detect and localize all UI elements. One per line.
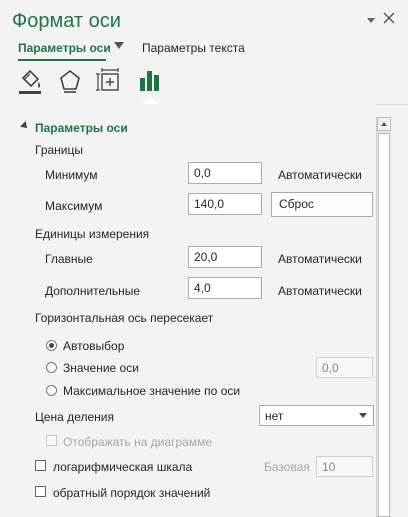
bounds-heading: Границы [35,143,83,157]
minor-status: Автоматически [278,284,362,298]
reverse-order-checkbox[interactable] [35,486,46,497]
minor-label: Дополнительные [45,284,140,298]
minimum-status: Автоматически [278,168,362,182]
fill-line-icon[interactable] [17,66,45,96]
axis-value-radio[interactable] [46,362,57,373]
axis-options-chart-icon[interactable] [137,66,165,96]
major-status: Автоматически [278,252,362,266]
major-label: Главные [45,252,93,266]
max-axis-value-radio[interactable] [46,385,57,396]
size-properties-icon[interactable] [96,66,124,96]
active-tab-caret [142,96,158,104]
show-on-chart-label: Отображать на диаграмме [63,435,213,449]
tab-axis-options[interactable]: Параметры оси [18,41,111,55]
minimum-label: Минимум [45,168,98,182]
log-base-label: Базовая [264,460,310,474]
maximum-input[interactable]: 140,0 [188,193,262,215]
auto-radio-label[interactable]: Автовыбор [63,339,124,353]
tab-text-options[interactable]: Параметры текста [142,41,245,55]
display-units-label: Цена деления [35,410,114,424]
tab-active-indicator [18,59,106,61]
log-scale-checkbox[interactable] [35,460,46,471]
minimum-input[interactable]: 0,0 [188,162,262,184]
display-units-select[interactable]: нет [259,405,374,426]
major-input[interactable]: 20,0 [188,246,262,268]
reverse-order-label[interactable]: обратный порядок значений [53,486,210,500]
units-heading: Единицы измерения [35,227,150,241]
close-icon[interactable] [383,12,395,27]
auto-radio[interactable] [46,340,57,351]
axis-value-input[interactable]: 0,0 [316,357,373,378]
log-scale-label[interactable]: логарифмическая шкала [53,460,192,474]
section-title[interactable]: Параметры оси [35,121,128,135]
axis-value-radio-label[interactable]: Значение оси [63,361,139,375]
maximum-label: Максимум [45,199,103,213]
display-units-value: нет [265,409,284,423]
minor-input[interactable]: 4,0 [188,277,262,299]
scrollbar-thumb[interactable] [378,133,390,517]
cross-heading: Горизонтальная ось пересекает [35,311,214,325]
max-axis-value-radio-label[interactable]: Максимальное значение по оси [63,384,240,398]
chevron-down-icon[interactable] [366,14,376,28]
tab-dropdown-chevron-icon[interactable] [114,42,124,49]
show-on-chart-checkbox[interactable] [46,435,57,446]
pane-title: Формат оси [12,10,121,32]
dropdown-arrow-icon [359,413,367,418]
log-base-input[interactable]: 10 [316,456,373,477]
effects-pentagon-icon[interactable] [56,66,84,96]
scroll-up-arrow-icon[interactable] [377,117,391,131]
reset-button[interactable]: Сброс [271,192,373,217]
